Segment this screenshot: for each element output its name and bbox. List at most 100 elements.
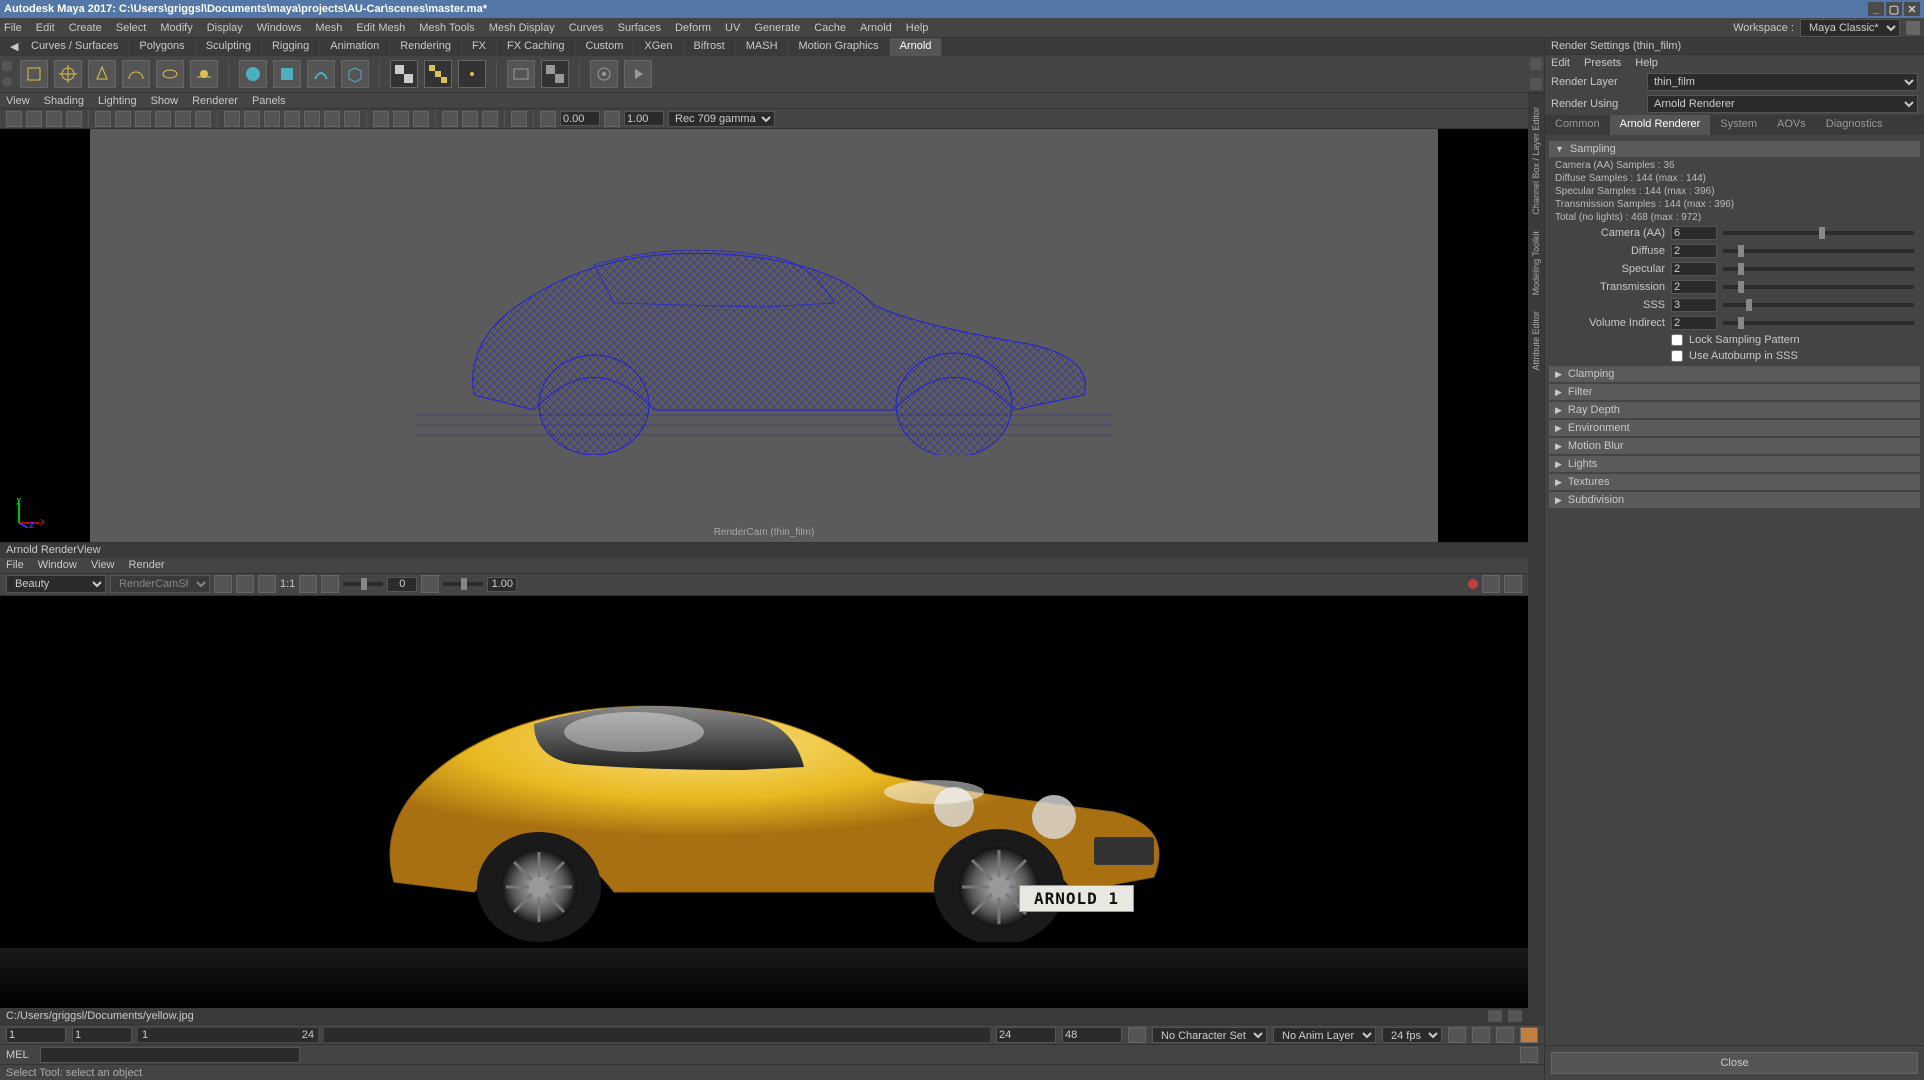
section-textures[interactable]: ▶Textures — [1549, 474, 1920, 490]
time-slider[interactable] — [324, 1028, 990, 1042]
snapshot-icon[interactable] — [321, 575, 339, 593]
section-lights[interactable]: ▶Lights — [1549, 456, 1920, 472]
rv-menu-render[interactable]: Render — [129, 559, 165, 571]
grease-pencil-icon[interactable] — [115, 111, 131, 127]
exposure-slider-icon[interactable] — [540, 111, 556, 127]
xray-joints-icon[interactable] — [413, 111, 429, 127]
section-sampling[interactable]: ▼Sampling — [1549, 141, 1920, 157]
curve-collector-icon[interactable] — [307, 60, 335, 88]
lock-camera-icon[interactable] — [26, 111, 42, 127]
minimize-icon[interactable]: _ — [1868, 2, 1884, 16]
ipr-icon[interactable] — [541, 60, 569, 88]
aov-select[interactable]: Beauty — [6, 575, 106, 593]
menu-help[interactable]: Help — [906, 22, 929, 34]
menu-uv[interactable]: UV — [725, 22, 740, 34]
range-end-input[interactable] — [1062, 1027, 1122, 1043]
grid-icon[interactable] — [135, 111, 151, 127]
side-tab-attribute-editor[interactable]: Attribute Editor — [1529, 303, 1543, 379]
standin-icon[interactable] — [273, 60, 301, 88]
ratio-label[interactable]: 1:1 — [280, 578, 295, 590]
image-plane-icon[interactable] — [66, 111, 82, 127]
param-diffuse-slider[interactable] — [1723, 249, 1914, 253]
param-specular-input[interactable] — [1671, 262, 1717, 276]
ao-icon[interactable] — [324, 111, 340, 127]
menu-display[interactable]: Display — [207, 22, 243, 34]
playback-end-input[interactable] — [996, 1027, 1056, 1043]
shelf-options-icon[interactable] — [2, 77, 12, 87]
script-editor-icon[interactable] — [1520, 1047, 1538, 1063]
param-volume-input[interactable] — [1671, 316, 1717, 330]
side-tab-modeling-toolkit[interactable]: Modeling Toolkit — [1529, 223, 1543, 303]
param-sss-input[interactable] — [1671, 298, 1717, 312]
tab-common[interactable]: Common — [1545, 115, 1610, 135]
render-layer-select[interactable]: thin_film — [1647, 73, 1918, 91]
menu-surfaces[interactable]: Surfaces — [618, 22, 661, 34]
close-icon[interactable]: ✕ — [1904, 2, 1920, 16]
menu-mesh-display[interactable]: Mesh Display — [489, 22, 555, 34]
shelf-tab-motion[interactable]: Motion Graphics — [789, 38, 890, 56]
render-button-icon[interactable] — [214, 575, 232, 593]
menu-edit-mesh[interactable]: Edit Mesh — [356, 22, 405, 34]
shelf-scroll-down-icon[interactable] — [1530, 78, 1542, 90]
param-camera-aa-input[interactable] — [1671, 226, 1717, 240]
menu-arnold[interactable]: Arnold — [860, 22, 892, 34]
utility-icon[interactable] — [458, 60, 486, 88]
menu-cache[interactable]: Cache — [814, 22, 846, 34]
motion-blur-icon[interactable] — [344, 111, 360, 127]
rv-menu-file[interactable]: File — [6, 559, 24, 571]
playback-start-input[interactable] — [72, 1027, 132, 1043]
thumbnail-icon[interactable] — [1488, 1010, 1502, 1022]
menu-edit[interactable]: Edit — [36, 22, 55, 34]
menu-curves[interactable]: Curves — [569, 22, 604, 34]
settings-gear-icon[interactable] — [1504, 575, 1522, 593]
anim-prefs-icon[interactable] — [1520, 1027, 1538, 1043]
fps-select[interactable]: 24 fps — [1382, 1027, 1442, 1043]
vp-menu-shading[interactable]: Shading — [44, 95, 84, 107]
section-clamping[interactable]: ▶Clamping — [1549, 366, 1920, 382]
character-set-select[interactable]: No Character Set — [1152, 1027, 1267, 1043]
rv-gamma-value[interactable] — [487, 577, 517, 592]
area-light-icon[interactable] — [20, 60, 48, 88]
param-diffuse-input[interactable] — [1671, 244, 1717, 258]
log-icon[interactable] — [1482, 575, 1500, 593]
lock-sampling-checkbox[interactable] — [1671, 334, 1683, 346]
shelf-tab-rigging[interactable]: Rigging — [262, 38, 320, 56]
use-lights-icon[interactable] — [284, 111, 300, 127]
menu-create[interactable]: Create — [69, 22, 102, 34]
gamma-slider[interactable] — [443, 582, 483, 586]
shelf-tab-arnold[interactable]: Arnold — [890, 38, 943, 56]
vp-menu-view[interactable]: View — [6, 95, 30, 107]
param-transmission-slider[interactable] — [1723, 285, 1914, 289]
menu-generate[interactable]: Generate — [754, 22, 800, 34]
rv-menu-view[interactable]: View — [91, 559, 115, 571]
menu-modify[interactable]: Modify — [160, 22, 192, 34]
vp-menu-show[interactable]: Show — [151, 95, 179, 107]
wireframe-icon[interactable] — [224, 111, 240, 127]
camera-select[interactable]: RenderCamShape — [110, 575, 210, 593]
shelf-tab-curves[interactable]: Curves / Surfaces — [21, 38, 129, 56]
gamma-slider-icon[interactable] — [604, 111, 620, 127]
menu-file[interactable]: File — [4, 22, 22, 34]
autobump-checkbox[interactable] — [1671, 350, 1683, 362]
rs-menu-help[interactable]: Help — [1635, 57, 1658, 69]
rv-exposure-value[interactable] — [387, 577, 417, 592]
loop-icon[interactable] — [1448, 1027, 1466, 1043]
physical-sky-icon[interactable] — [190, 60, 218, 88]
range-slider-icon[interactable] — [1128, 1027, 1146, 1043]
rs-menu-presets[interactable]: Presets — [1584, 57, 1621, 69]
render-output[interactable]: ARNOLD 1 — [0, 596, 1528, 1009]
maximize-icon[interactable]: ▢ — [1886, 2, 1902, 16]
record-icon[interactable] — [1468, 579, 1478, 589]
section-filter[interactable]: ▶Filter — [1549, 384, 1920, 400]
shelf-scroll-up-icon[interactable] — [1530, 58, 1542, 70]
vp-menu-renderer[interactable]: Renderer — [192, 95, 238, 107]
render-using-select[interactable]: Arnold Renderer — [1647, 95, 1918, 113]
workspace-select[interactable]: Maya Classic* — [1800, 19, 1900, 37]
shadows-icon[interactable] — [304, 111, 320, 127]
view-transform-icon[interactable] — [482, 111, 498, 127]
isolate-icon[interactable] — [373, 111, 389, 127]
param-transmission-input[interactable] — [1671, 280, 1717, 294]
param-volume-slider[interactable] — [1723, 321, 1914, 325]
colorspace-select[interactable]: Rec 709 gamma — [668, 111, 775, 127]
close-button[interactable]: Close — [1551, 1052, 1918, 1074]
